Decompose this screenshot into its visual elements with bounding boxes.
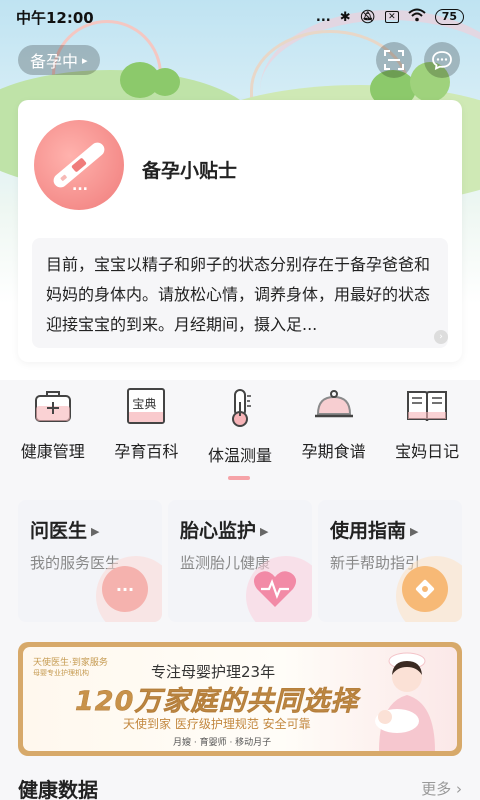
scan-icon xyxy=(384,50,404,70)
page-indicator xyxy=(228,476,250,480)
diary-icon xyxy=(407,391,448,422)
book-icon-text: 宝典 xyxy=(132,397,157,411)
ovulation-test-image xyxy=(34,120,124,210)
tool-label: 孕期食谱 xyxy=(301,442,366,461)
thermometer-icon xyxy=(231,389,251,427)
banner-brand: 天使医生·到家服务 xyxy=(33,658,108,668)
user-guide-card[interactable]: 使用指南 ▶ 新手帮助指引 xyxy=(318,500,462,622)
chat-bubble-icon xyxy=(432,51,452,70)
banner-slogan: 120万家庭的共同选择 xyxy=(75,686,359,718)
cloche-icon xyxy=(314,390,353,418)
more-link[interactable]: 更多 › xyxy=(421,778,462,799)
stage-label: 备孕中 xyxy=(30,52,79,71)
tool-label: 体温测量 xyxy=(207,446,272,465)
bluetooth-icon: ✱ xyxy=(339,9,351,25)
book-icon: 宝典 xyxy=(127,388,166,424)
compass-icon xyxy=(402,566,448,612)
ask-doctor-card[interactable]: 问医生 ▶ 我的服务医生 ··· xyxy=(18,500,162,622)
tool-label: 宝妈日记 xyxy=(395,442,460,461)
nurse-illustration xyxy=(375,652,435,751)
tools-row: 健康管理 宝典 孕育百科 体温测量 孕期食谱 宝妈日记 xyxy=(0,388,480,468)
chat-bubble-icon: ··· xyxy=(102,566,148,612)
chevron-right-icon: ▸ xyxy=(82,53,88,67)
image-dots: ... xyxy=(72,178,88,194)
tree-decoration xyxy=(150,68,180,96)
tips-title: 备孕小贴士 xyxy=(142,160,238,182)
tool-recipes[interactable]: 孕期食谱 xyxy=(289,388,379,468)
card-title: 胎心监护 ▶ xyxy=(180,520,269,542)
tool-diary[interactable]: 宝妈日记 xyxy=(382,388,472,468)
battery-icon: 75 xyxy=(434,9,464,25)
message-button[interactable] xyxy=(424,42,460,78)
heartbeat-icon xyxy=(252,566,298,612)
banner-features: 天使到家 医疗级护理规范 安全可靠 xyxy=(123,717,311,731)
chevron-right-icon[interactable]: › xyxy=(434,330,448,344)
tips-body: 目前，宝宝以精子和卵子的状态分别存在于备孕爸爸和妈妈的身体内。请放松心情，调养身… xyxy=(32,238,448,348)
medkit-icon xyxy=(34,391,71,422)
chevron-right-icon: › xyxy=(451,780,462,798)
tips-card[interactable]: ... 备孕小贴士 目前，宝宝以精子和卵子的状态分别存在于备孕爸爸和妈妈的身体内… xyxy=(18,100,462,362)
tool-label: 孕育百科 xyxy=(114,442,179,461)
status-time: 中午12:00 xyxy=(16,8,94,27)
stage-selector[interactable]: 备孕中 ▸ xyxy=(18,45,100,75)
tool-temperature[interactable]: 体温测量 xyxy=(195,388,285,468)
banner-brand-sub: 母婴专业护理机构 xyxy=(33,669,89,677)
sim-icon: ✕ xyxy=(385,11,399,23)
card-title: 使用指南 ▶ xyxy=(330,520,419,542)
wifi-icon xyxy=(408,8,426,26)
tool-encyclopedia[interactable]: 宝典 孕育百科 xyxy=(101,388,191,468)
scan-button[interactable] xyxy=(376,42,412,78)
tool-label: 健康管理 xyxy=(20,442,85,461)
promo-banner[interactable]: 天使医生·到家服务 母婴专业护理机构 专注母婴护理23年 120万家庭的共同选择… xyxy=(18,642,462,756)
banner-services: 月嫂 · 育婴师 · 移动月子 xyxy=(173,738,272,748)
tool-health-management[interactable]: 健康管理 xyxy=(8,388,98,468)
status-bar: 中午12:00 ... ✱ 🔕︎ ✕ 75 xyxy=(0,0,480,34)
signal-dots: ... xyxy=(315,9,331,25)
section-title: 健康数据 xyxy=(18,778,98,800)
fetal-monitor-card[interactable]: 胎心监护 ▶ 监测胎儿健康 xyxy=(168,500,312,622)
mute-icon: 🔕︎ xyxy=(359,9,377,25)
card-title: 问医生 ▶ xyxy=(30,520,100,542)
